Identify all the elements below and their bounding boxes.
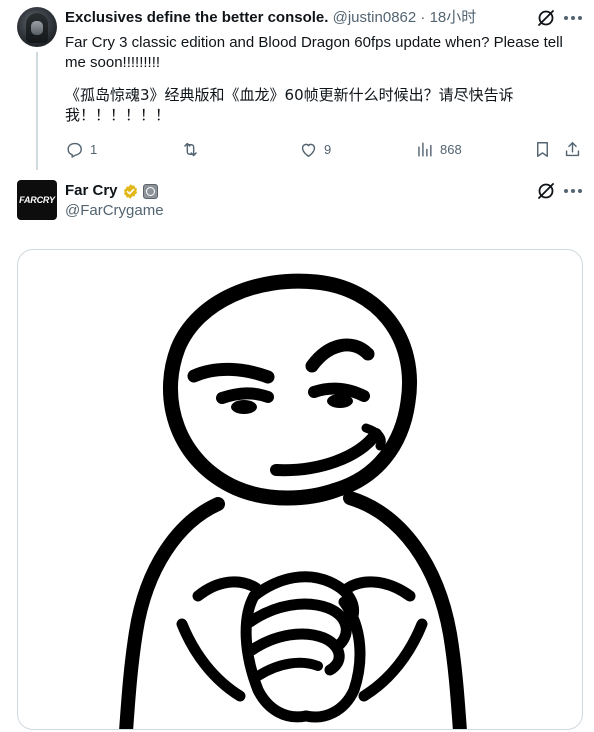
thread-connector-line [36, 52, 38, 170]
more-icon[interactable] [562, 8, 584, 28]
farcry-avatar[interactable]: FARCRY [17, 180, 57, 220]
tweet-original[interactable]: Exclusives define the better console. @j… [0, 0, 594, 172]
retweet-button[interactable] [181, 138, 206, 160]
reply-count: 1 [90, 141, 98, 157]
smug-face-meme-image [119, 273, 467, 729]
reply-author-handle[interactable]: @FarCrygame [65, 201, 164, 221]
like-icon [301, 143, 316, 157]
tweet-media-image[interactable] [17, 249, 583, 730]
farcry-avatar-logo: FARCRY [19, 195, 55, 205]
verified-badge-icon[interactable] [122, 183, 139, 200]
reply-button[interactable]: 1 [65, 138, 97, 160]
reply-author-name[interactable]: Far Cry [65, 181, 118, 201]
views-count: 868 [440, 141, 462, 157]
retweet-icon [184, 142, 197, 156]
share-button[interactable] [563, 138, 582, 160]
share-icon [565, 141, 580, 156]
reply-tweet-header: Far Cry [65, 181, 158, 201]
grok-icon[interactable] [536, 181, 556, 201]
more-icon[interactable] [562, 181, 584, 201]
tweet-text: Far Cry 3 classic edition and Blood Drag… [65, 33, 583, 137]
timestamp[interactable]: 18小时 [430, 9, 477, 26]
tweet-text-chinese: 《孤岛惊魂3》经典版和《血龙》60帧更新什么时候出？请尽快告诉我！！！！！！ [65, 86, 514, 124]
meta-separator: · [416, 9, 430, 26]
bookmark-button[interactable] [533, 138, 552, 160]
author-handle[interactable]: @justin0862 [333, 9, 417, 26]
views-button[interactable]: 868 [415, 138, 462, 160]
user-avatar[interactable] [17, 7, 57, 47]
views-icon [418, 141, 432, 157]
tweet-header: Exclusives define the better console. @j… [65, 8, 476, 28]
tweet-text-english: Far Cry 3 classic edition and Blood Drag… [65, 34, 563, 71]
grok-icon[interactable] [536, 8, 556, 28]
reply-icon [67, 142, 82, 158]
bookmark-icon [537, 141, 548, 157]
avatar-face [31, 21, 43, 35]
affiliate-badge-icon[interactable] [142, 183, 158, 199]
like-count: 9 [324, 141, 332, 157]
like-button[interactable]: 9 [299, 138, 331, 160]
author-name[interactable]: Exclusives define the better console. [65, 9, 328, 26]
tweet-actions: 1 9 868 [65, 138, 585, 160]
